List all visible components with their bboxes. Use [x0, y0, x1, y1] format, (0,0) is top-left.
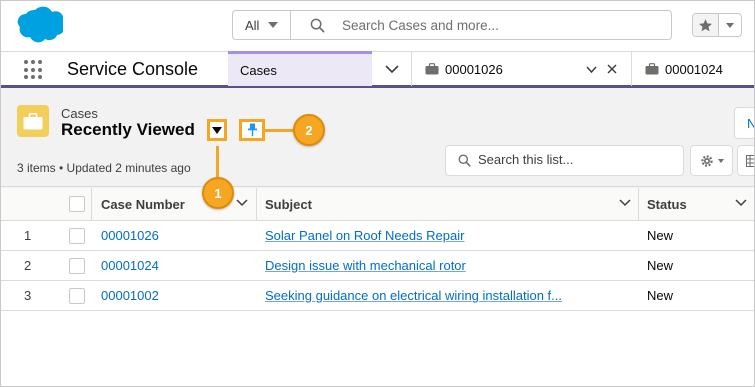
search-scope-label: All [245, 17, 260, 33]
chevron-down-icon[interactable] [619, 199, 631, 207]
column-header-status[interactable]: Status [647, 188, 687, 220]
table-icon [746, 154, 754, 167]
briefcase-icon [23, 112, 43, 129]
tab-divider [631, 52, 632, 86]
chevron-down-icon [726, 22, 734, 28]
subtab-label: 00001026 [445, 61, 503, 77]
chevron-down-icon [268, 22, 279, 28]
subject-link[interactable]: Design issue with mechanical rotor [265, 251, 466, 280]
favorites-group [692, 13, 742, 37]
console-nav-bar: Service Console Cases 00001026 00001024 [1, 51, 754, 88]
row-number: 3 [24, 288, 32, 303]
favorites-menu-button[interactable] [719, 14, 741, 36]
status-value: New [647, 258, 674, 273]
nav-menu-button[interactable] [372, 52, 412, 86]
app-window: All Service Conso [0, 0, 755, 387]
search-icon [310, 18, 325, 33]
close-icon [607, 64, 617, 74]
tab-divider [411, 52, 412, 86]
briefcase-icon [645, 63, 659, 75]
case-number-link[interactable]: 00001024 [101, 251, 159, 280]
case-object-icon [17, 105, 49, 137]
tab-case-00001026[interactable]: 00001026 [425, 52, 503, 86]
case-number-link[interactable]: 00001026 [101, 221, 159, 250]
chevron-down-icon[interactable] [735, 199, 747, 207]
pin-list-view-button[interactable] [239, 119, 265, 141]
list-view-picker-button[interactable] [207, 119, 227, 141]
row-checkbox[interactable] [69, 257, 85, 274]
briefcase-icon [425, 63, 439, 75]
select-all-checkbox[interactable] [69, 196, 85, 212]
list-view-header: Cases Recently Viewed 2 N 3 items • Upda… [1, 91, 754, 187]
display-as-table-button[interactable] [737, 145, 754, 176]
row-checkbox-cell [69, 221, 85, 250]
chevron-down-icon[interactable] [236, 199, 248, 207]
callout-connector [216, 146, 219, 180]
column-divider [638, 188, 639, 221]
chevron-down-icon [385, 64, 399, 73]
callout-badge-1: 1 [202, 177, 234, 209]
row-checkbox-cell [69, 251, 85, 280]
chevron-down-icon [586, 66, 597, 74]
table-row: 3 00001002 Seeking guidance on electrica… [1, 281, 754, 311]
row-number: 1 [24, 228, 32, 243]
tab-cases[interactable]: Cases [228, 51, 372, 86]
star-icon [699, 18, 712, 31]
global-header: All [1, 1, 754, 51]
subtab-label: 00001024 [665, 61, 723, 77]
list-view-title: Recently Viewed [61, 120, 195, 139]
search-icon [458, 154, 471, 167]
status-value: New [647, 288, 674, 303]
subject-link[interactable]: Solar Panel on Roof Needs Repair [265, 221, 464, 250]
app-launcher-icon[interactable] [24, 60, 44, 80]
object-label: Cases [61, 106, 98, 121]
callout-badge-2: 2 [293, 114, 325, 146]
status-value: New [647, 228, 674, 243]
row-checkbox-cell [69, 281, 85, 310]
select-all-checkbox-cell [69, 188, 85, 220]
global-search-box[interactable] [290, 10, 672, 40]
pin-icon [247, 123, 257, 137]
favorites-star-button[interactable] [693, 14, 719, 36]
subject-link[interactable]: Seeking guidance on electrical wiring in… [265, 281, 562, 310]
list-search-input[interactable] [478, 152, 668, 167]
list-search-box[interactable] [445, 145, 684, 176]
salesforce-cloud-logo[interactable] [15, 5, 63, 45]
new-case-button[interactable]: N [734, 107, 754, 139]
chevron-down-icon [212, 126, 222, 134]
case-list-table: Case Number Subject Status 1 00001026 So… [1, 188, 754, 386]
subtab-menu-button[interactable] [586, 61, 597, 77]
column-header-subject[interactable]: Subject [265, 188, 312, 220]
table-header-row: Case Number Subject Status [1, 188, 754, 221]
column-divider [91, 188, 92, 221]
row-number: 2 [24, 258, 32, 273]
list-settings-button[interactable] [690, 145, 733, 176]
gear-icon [700, 154, 713, 167]
tab-case-00001024[interactable]: 00001024 [645, 52, 723, 86]
list-meta-text: 3 items • Updated 2 minutes ago [17, 161, 191, 175]
row-checkbox[interactable] [69, 287, 85, 304]
case-number-link[interactable]: 00001002 [101, 281, 159, 310]
global-search-input[interactable] [342, 17, 642, 33]
search-scope-select[interactable]: All [232, 10, 290, 40]
column-divider [256, 188, 257, 221]
callout-connector [265, 129, 295, 132]
row-checkbox[interactable] [69, 227, 85, 244]
table-row: 1 00001026 Solar Panel on Roof Needs Rep… [1, 221, 754, 251]
table-row: 2 00001024 Design issue with mechanical … [1, 251, 754, 281]
subtab-close-button[interactable] [607, 61, 617, 77]
column-header-case-number[interactable]: Case Number [101, 188, 185, 220]
app-name: Service Console [67, 59, 199, 79]
chevron-down-icon [717, 158, 724, 163]
